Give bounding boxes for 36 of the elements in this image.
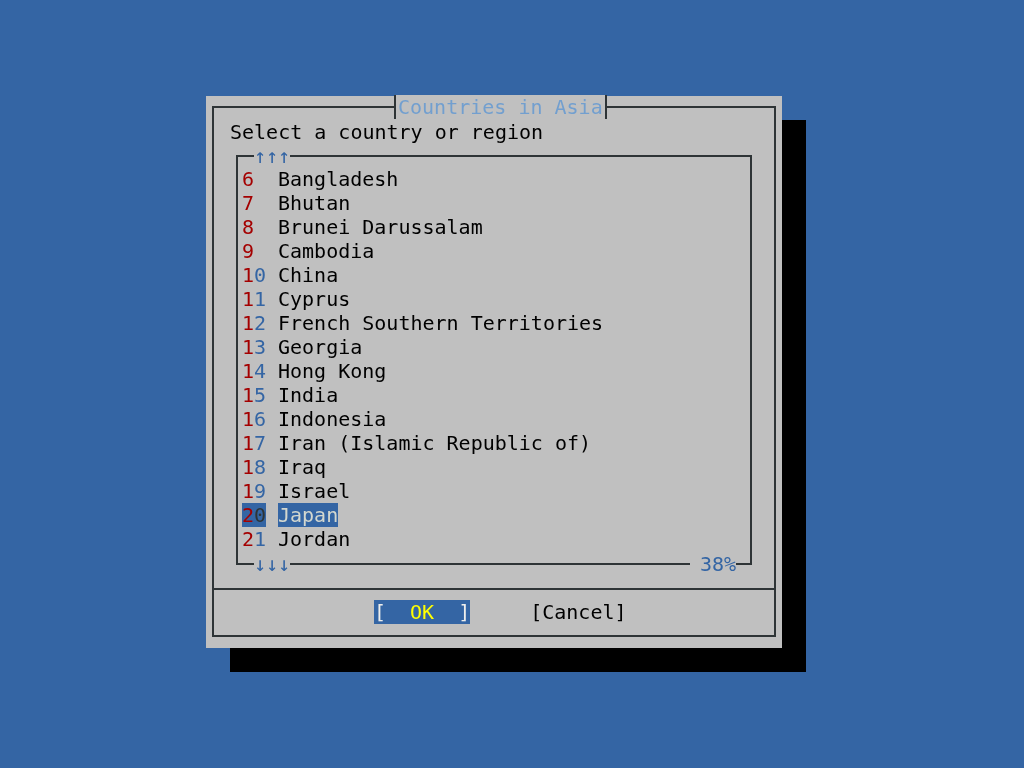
list-item[interactable]: Iraq (278, 455, 327, 479)
list-item[interactable]: Cambodia (278, 239, 375, 263)
list-item[interactable]: Indonesia (278, 407, 387, 431)
list-item[interactable]: Bhutan (278, 191, 351, 215)
list-item[interactable]: French Southern Territories (278, 311, 604, 335)
list-item[interactable]: Georgia (278, 335, 363, 359)
list-item[interactable]: Bangladesh (278, 167, 399, 191)
item-number: 20 (242, 503, 266, 527)
ok-button[interactable]: [ OK ] (374, 600, 471, 624)
dialog-title: Countries in Asia (394, 95, 607, 119)
item-number: 21 (242, 527, 266, 551)
list-item[interactable]: Israel (278, 479, 351, 503)
item-number: 8 (242, 215, 256, 239)
item-number: 12 (242, 311, 266, 335)
list-item[interactable]: Iran (Islamic Republic of) (278, 431, 592, 455)
item-number: 11 (242, 287, 266, 311)
item-number: 18 (242, 455, 266, 479)
list-item[interactable]: Hong Kong (278, 359, 387, 383)
dialog-button[interactable]: [Cancel] (530, 600, 627, 624)
list-item[interactable]: Japan (278, 503, 339, 527)
item-number: 16 (242, 407, 266, 431)
item-number: 6 (242, 167, 256, 191)
item-number: 10 (242, 263, 266, 287)
item-number: 13 (242, 335, 266, 359)
item-number: 15 (242, 383, 266, 407)
item-number: 7 (242, 191, 256, 215)
list-item[interactable]: India (278, 383, 339, 407)
list-item[interactable]: China (278, 263, 339, 287)
prompt-text: Select a country or region (230, 120, 545, 144)
item-number: 19 (242, 479, 266, 503)
list-item[interactable]: Jordan (278, 527, 351, 551)
item-number: 14 (242, 359, 266, 383)
item-number: 9 (242, 239, 256, 263)
list-item[interactable]: Brunei Darussalam (278, 215, 483, 239)
list-item[interactable]: Cyprus (278, 287, 351, 311)
item-number: 17 (242, 431, 266, 455)
